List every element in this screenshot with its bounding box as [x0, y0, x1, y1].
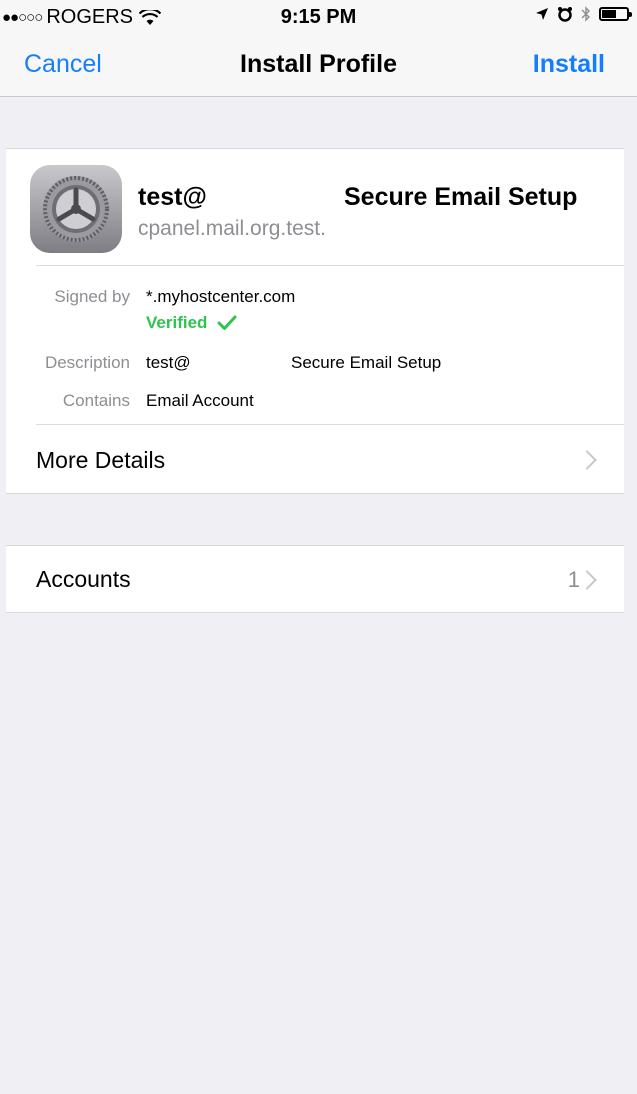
profile-card: test@ Secure Email Setup cpanel.mail.org…: [6, 148, 624, 494]
location-arrow-icon: [536, 8, 548, 20]
alarm-clock-icon: [558, 7, 572, 22]
signed-by-value: *.myhostcenter.com: [146, 287, 296, 306]
profile-name-part1: test@: [138, 183, 207, 211]
profile-host: cpanel.mail.org.test.: [138, 217, 326, 240]
chevron-right-icon: [577, 450, 597, 470]
bluetooth-icon: [581, 6, 590, 22]
profile-name-part2: Secure Email Setup: [344, 183, 578, 211]
verified-label: Verified: [146, 313, 208, 332]
description-value-part2: Secure Email Setup: [291, 353, 442, 372]
checkmark-icon: [217, 315, 237, 330]
description-label: Description: [44, 353, 130, 372]
install-button[interactable]: Install: [533, 50, 605, 79]
more-details-row[interactable]: More Details: [6, 425, 624, 493]
contains-value: Email Account: [146, 391, 254, 410]
battery-icon: [599, 7, 632, 21]
signed-by-label: Signed by: [54, 287, 130, 306]
status-bar: ●●○○○ ROGERS 9:15 PM: [0, 0, 637, 34]
description-value-part1: test@: [146, 353, 191, 372]
chevron-right-icon: [577, 570, 597, 590]
divider: [36, 265, 624, 266]
verified-status: Verified: [146, 313, 237, 333]
accounts-label: Accounts: [36, 566, 131, 592]
status-right: [535, 6, 632, 22]
navigation-bar: Cancel Install Profile Install: [0, 34, 637, 97]
more-details-label: More Details: [36, 447, 166, 473]
accounts-row[interactable]: Accounts 1: [6, 545, 624, 613]
settings-gear-icon: [30, 165, 122, 253]
contains-label: Contains: [62, 391, 130, 410]
